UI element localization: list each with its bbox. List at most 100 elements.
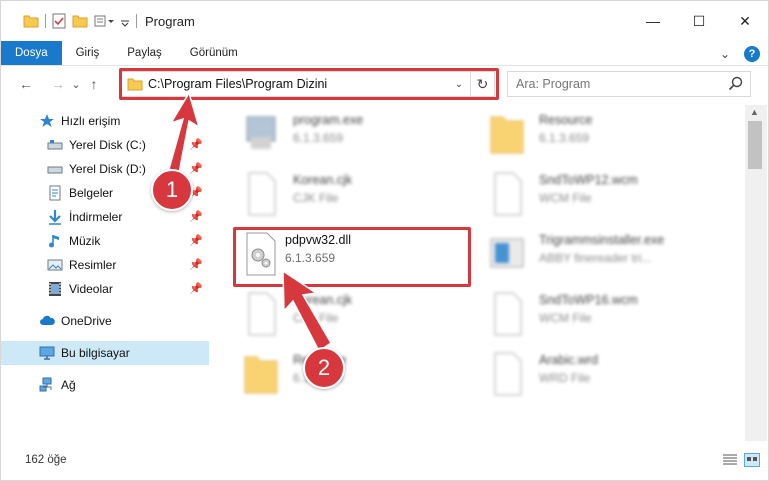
item-count: 162 öğe (25, 454, 67, 466)
close-button[interactable]: ✕ (722, 1, 768, 41)
properties-icon[interactable] (52, 13, 66, 29)
file-item[interactable]: Resource 6.1.3.659 (479, 107, 719, 163)
quick-access-toolbar (1, 1, 137, 41)
sidebar-item-onedrive[interactable]: OneDrive (1, 309, 209, 333)
help-icon: ? (748, 47, 756, 60)
sidebar-item-label: Hızlı erişim (61, 114, 121, 128)
sidebar-item-music[interactable]: Müzik 📌 (1, 229, 209, 253)
exe-icon (246, 116, 276, 149)
tab-giris[interactable]: Giriş (62, 41, 114, 65)
maximize-button[interactable]: ☐ (676, 1, 722, 41)
file-version: 6.1.3.659 (293, 131, 344, 145)
chevron-down-icon[interactable] (120, 14, 130, 28)
address-bar[interactable]: C:\Program Files\Program Dizini ⌄ ↻ (121, 71, 495, 97)
sidebar-item-label: Belgeler (69, 186, 114, 200)
tab-gorunum[interactable]: Görünüm (176, 41, 252, 65)
pin-icon[interactable]: 📌 (189, 138, 203, 151)
window-title: Program (145, 13, 195, 29)
tab-paylas[interactable]: Paylaş (113, 41, 176, 65)
file-type: CJK File (293, 191, 339, 205)
pin-icon[interactable]: 📌 (189, 258, 203, 271)
sidebar-item-label: Ağ (61, 378, 76, 392)
file-item[interactable]: SndToWP12.wcm WCM File (479, 167, 719, 223)
file-item[interactable]: Resource 6.1.3.659 (233, 347, 473, 403)
address-path: C:\Program Files\Program Dizini (148, 77, 328, 91)
folder-icon (490, 116, 524, 154)
file-icon (494, 172, 522, 216)
address-dropdown-button[interactable]: ⌄ (450, 72, 468, 96)
sidebar-item-label: Bu bilgisayar (61, 346, 130, 360)
drive-icon (47, 166, 63, 174)
sidebar-item-label: Müzik (69, 234, 101, 248)
sidebar-item-videos[interactable]: Videolar 📌 (1, 277, 209, 301)
file-item[interactable]: Arabic.wrd WRD File (479, 347, 719, 403)
file-name: Arabic.wrd (539, 353, 599, 367)
pin-icon[interactable]: 📌 (189, 234, 203, 247)
search-icon[interactable] (728, 76, 744, 92)
refresh-button[interactable]: ↻ (470, 72, 494, 96)
cloud-icon (40, 315, 55, 325)
up-button[interactable]: ↑ (83, 69, 105, 99)
sidebar-item-label: Yerel Disk (D:) (69, 162, 146, 176)
file-name: program.exe (293, 113, 364, 127)
file-type: CJK File (293, 311, 339, 325)
video-icon (49, 282, 61, 296)
callout-badge-2: 2 (303, 347, 345, 389)
forward-button[interactable]: → (47, 69, 69, 99)
file-name: Korean.cjk (293, 173, 353, 187)
search-input[interactable] (516, 77, 716, 91)
file-name: pdpvw32.dll (285, 233, 352, 247)
dll-gear-icon (246, 232, 276, 276)
new-folder-icon[interactable] (72, 14, 88, 28)
pin-icon[interactable]: 📌 (189, 210, 203, 223)
file-item[interactable]: Korean.cjk CJK File (233, 167, 473, 223)
customize-toolbar-icon[interactable] (94, 14, 114, 28)
folder-icon (244, 356, 278, 394)
sidebar-item-label: Videolar (69, 282, 113, 296)
file-version: 6.1.3.659 (285, 251, 336, 265)
network-icon (39, 377, 52, 392)
navigation-bar: ← → ⌄ ↑ C:\Program Files\Program Dizini … (1, 67, 768, 101)
file-type: WRD File (539, 371, 591, 385)
file-item[interactable]: program.exe 6.1.3.659 (233, 107, 473, 163)
file-name: Trigrammsinstaller.exe (539, 233, 665, 247)
sidebar-item-label: İndirmeler (69, 210, 123, 224)
navigation-pane: Hızlı erişim Yerel Disk (C:) 📌 Yerel Dis… (1, 105, 211, 441)
sidebar-item-this-pc[interactable]: Bu bilgisayar (1, 341, 209, 365)
sidebar-item-quick-access[interactable]: Hızlı erişim (1, 109, 209, 133)
pictures-icon (47, 259, 63, 271)
computer-icon (39, 346, 55, 360)
sidebar-item-label: Yerel Disk (C:) (69, 138, 146, 152)
folder-icon (127, 78, 143, 91)
search-box[interactable] (507, 71, 751, 97)
file-item[interactable]: Korean.cjk CJK File (233, 287, 473, 343)
scrollbar-thumb[interactable] (748, 121, 762, 169)
drive-icon (47, 140, 63, 150)
toolbar-divider (45, 14, 46, 28)
recent-locations-button[interactable]: ⌄ (69, 69, 83, 99)
large-icons-view-icon[interactable] (744, 453, 760, 467)
file-list: program.exe 6.1.3.659 Resource 6.1.3.659… (211, 105, 745, 441)
scroll-up-icon[interactable]: ▲ (750, 107, 759, 117)
window-controls: — ☐ ✕ (630, 1, 768, 41)
sidebar-item-label: OneDrive (61, 314, 112, 328)
pin-icon[interactable]: 📌 (189, 162, 203, 175)
sidebar-item-network[interactable]: Ağ (1, 373, 209, 397)
minimize-button[interactable]: — (630, 1, 676, 41)
file-name: SndToWP12.wcm (539, 173, 638, 187)
file-icon (248, 292, 276, 336)
sidebar-item-local-disk-c[interactable]: Yerel Disk (C:) 📌 (1, 133, 209, 157)
file-item-pdpvw32-dll[interactable]: pdpvw32.dll 6.1.3.659 (233, 227, 473, 283)
tab-dosya[interactable]: Dosya (1, 41, 62, 65)
file-item[interactable]: Trigrammsinstaller.exe ABBY finereader t… (479, 227, 719, 283)
file-item[interactable]: SndToWP16.wcm WCM File (479, 287, 719, 343)
details-view-icon[interactable] (722, 453, 738, 467)
back-button[interactable]: ← (15, 69, 37, 99)
vertical-scrollbar[interactable]: ▲ (745, 105, 767, 441)
pin-icon[interactable]: 📌 (189, 282, 203, 295)
help-button[interactable]: ? (744, 45, 760, 62)
download-icon (49, 210, 61, 225)
sidebar-item-pictures[interactable]: Resimler 📌 (1, 253, 209, 277)
expand-ribbon-button[interactable]: ⌄ (720, 47, 730, 61)
title-bar: Program — ☐ ✕ (1, 1, 768, 41)
